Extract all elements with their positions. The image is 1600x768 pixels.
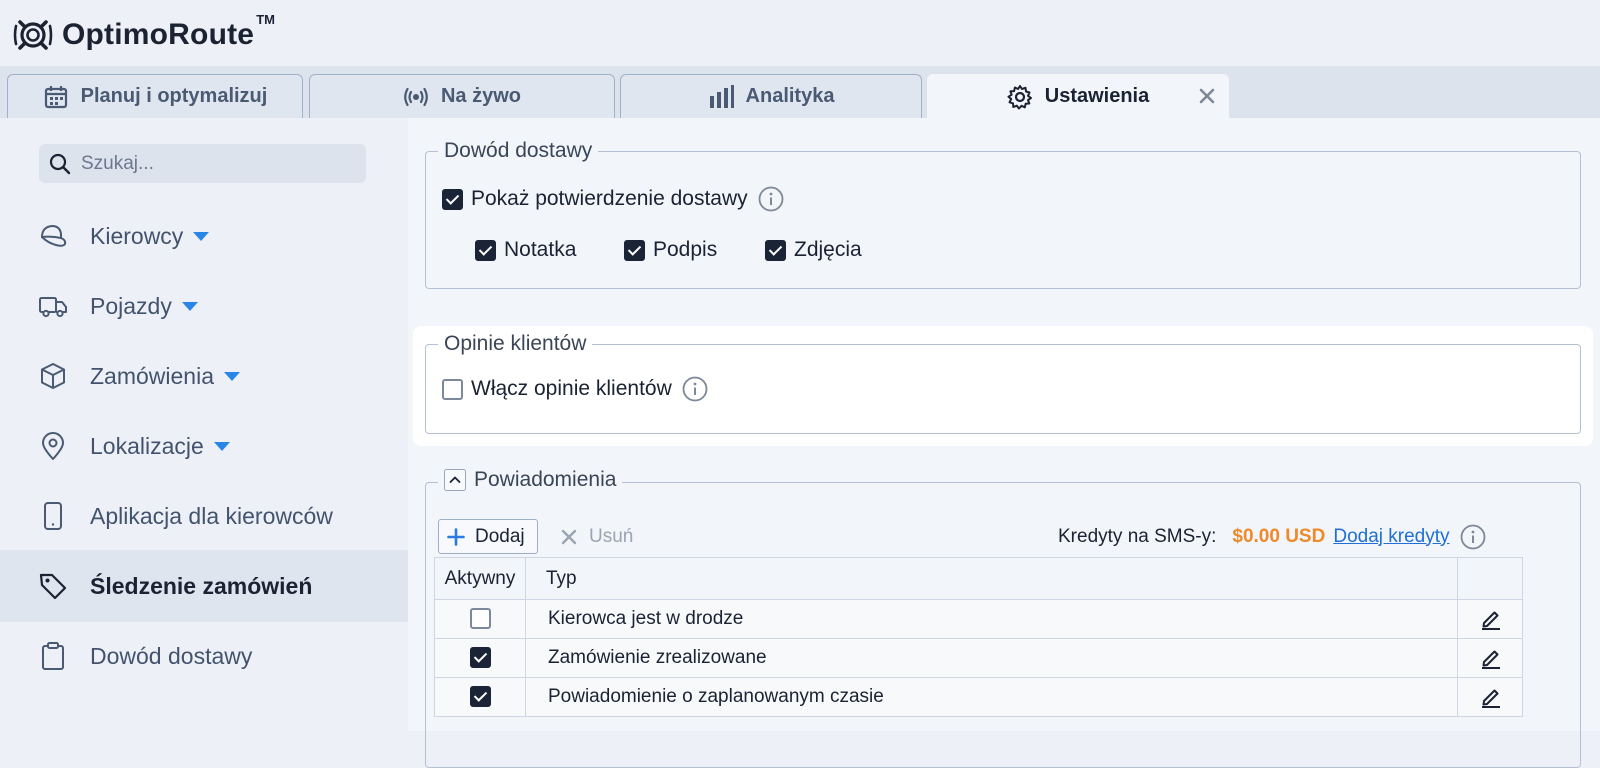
signature-checkbox[interactable] <box>624 239 645 261</box>
tab-label: Planuj i optymalizuj <box>80 85 268 107</box>
driver-cap-icon <box>40 224 67 247</box>
checkbox-label: Notatka <box>504 238 577 261</box>
tab-label: Na żywo <box>440 85 522 107</box>
row-active-checkbox[interactable] <box>469 686 491 708</box>
search-icon <box>49 153 71 174</box>
sidebar-item-label: Zamówienia <box>90 362 214 389</box>
tab-plan-optimize[interactable]: Planuj i optymalizuj <box>7 74 303 118</box>
phone-icon <box>44 502 62 530</box>
search-input[interactable] <box>79 151 353 176</box>
sidebar-item-label: Pojazdy <box>90 292 172 319</box>
signature-option[interactable]: Podpis <box>624 238 717 262</box>
edit-pencil-icon[interactable] <box>1480 686 1502 708</box>
delete-notification-button[interactable]: Usuń <box>561 519 633 554</box>
enable-feedback-option[interactable]: Włącz opinie klientów <box>442 376 708 402</box>
table-row: Powiadomienie o zaplanowanym czasie <box>434 677 1523 717</box>
search-box[interactable] <box>39 144 366 183</box>
bar-chart-icon <box>709 84 734 108</box>
add-notification-button[interactable]: Dodaj <box>438 519 538 554</box>
trademark-mark: TM <box>256 12 275 27</box>
settings-content: Dowód dostawy Pokaż potwierdzenie dostaw… <box>408 118 1600 768</box>
photos-option[interactable]: Zdjęcia <box>765 238 862 262</box>
sidebar-item-vehicles[interactable]: Pojazdy <box>0 270 408 342</box>
add-credits-link[interactable]: Dodaj kredyty <box>1333 526 1449 548</box>
tab-settings[interactable]: Ustawienia <box>927 74 1229 118</box>
sidebar-item-label: Dowód dostawy <box>90 642 253 669</box>
section-title: Dowód dostawy <box>444 139 593 162</box>
app-name: OptimoRoute <box>62 18 255 51</box>
sidebar-item-proof-of-delivery[interactable]: Dowód dostawy <box>0 620 408 692</box>
delete-x-icon <box>561 529 577 544</box>
caret-down-icon <box>193 231 210 241</box>
info-icon[interactable] <box>758 186 784 212</box>
credits-amount: $0.00 USD <box>1232 525 1326 547</box>
tab-label: Analityka <box>745 85 835 107</box>
caret-down-icon <box>224 371 240 381</box>
checkbox-label: Włącz opinie klientów <box>471 377 672 400</box>
broadcast-icon <box>404 87 428 106</box>
table-row: Zamówienie zrealizowane <box>434 638 1523 678</box>
notifications-table: Aktywny Typ Kierowca jest w drodze Zamów… <box>434 557 1523 717</box>
sidebar-item-label: Kierowcy <box>90 222 184 249</box>
collapse-icon[interactable] <box>444 469 466 491</box>
column-header-active[interactable]: Aktywny <box>434 557 526 600</box>
plus-icon <box>447 527 465 546</box>
column-header-type[interactable]: Typ <box>525 557 1458 600</box>
sidebar-item-label: Śledzenie zamówień <box>90 572 313 599</box>
edit-pencil-icon[interactable] <box>1480 647 1502 669</box>
sidebar-item-label: Lokalizacje <box>90 432 204 459</box>
note-checkbox[interactable] <box>475 239 496 261</box>
section-title: Powiadomienia <box>438 468 622 497</box>
info-icon[interactable] <box>682 376 708 402</box>
tab-live[interactable]: Na żywo <box>309 74 615 118</box>
tab-analytics[interactable]: Analityka <box>620 74 922 118</box>
clipboard-icon <box>42 642 64 670</box>
sidebar-item-drivers[interactable]: Kierowcy <box>0 200 408 272</box>
checkbox-label: Zdjęcia <box>794 238 862 261</box>
edit-pencil-icon[interactable] <box>1480 608 1502 630</box>
truck-icon <box>39 297 67 318</box>
row-active-checkbox[interactable] <box>469 647 491 669</box>
sidebar-item-orders[interactable]: Zamówienia <box>0 340 408 412</box>
sidebar-item-driver-app[interactable]: Aplikacja dla kierowców <box>0 480 408 552</box>
gear-icon <box>1007 84 1032 109</box>
sidebar-item-order-tracking[interactable]: Śledzenie zamówień <box>0 550 408 622</box>
notifications-title: Powiadomienia <box>474 468 617 491</box>
section-title: Opinie klientów <box>444 332 587 355</box>
settings-sidebar: Kierowcy Pojazdy Zamówienia Lokalizacje <box>0 118 408 731</box>
app-logo[interactable]: OptimoRoute TM <box>12 12 275 58</box>
table-header-row: Aktywny Typ <box>434 557 1523 600</box>
sidebar-item-label: Aplikacja dla kierowców <box>90 502 333 529</box>
caret-down-icon <box>181 301 198 311</box>
main-tab-bar: Planuj i optymalizuj Na żywo Analityka U… <box>0 66 1600 118</box>
optimoroute-logo-icon <box>13 20 53 50</box>
row-type: Zamówienie zrealizowane <box>525 638 1458 678</box>
row-active-checkbox[interactable] <box>469 608 491 630</box>
calendar-icon <box>44 85 67 108</box>
checkbox-label: Podpis <box>653 238 718 261</box>
column-header-actions <box>1457 557 1523 600</box>
credits-label: Kredyty na SMS-y: <box>1058 525 1217 547</box>
close-tab-icon[interactable] <box>1196 85 1218 107</box>
row-type: Powiadomienie o zaplanowanym czasie <box>525 677 1458 717</box>
sms-credits: Kredyty na SMS-y: $0.00 USD Dodaj kredyt… <box>1058 519 1486 554</box>
tab-label: Ustawienia <box>1044 85 1150 107</box>
checkbox-label: Pokaż potwierdzenie dostawy <box>471 187 748 210</box>
delete-label: Usuń <box>589 525 634 547</box>
show-confirmation-option[interactable]: Pokaż potwierdzenie dostawy <box>442 186 784 212</box>
enable-feedback-checkbox[interactable] <box>442 378 463 400</box>
tag-icon <box>39 573 67 600</box>
sidebar-item-locations[interactable]: Lokalizacje <box>0 410 408 482</box>
table-row: Kierowca jest w drodze <box>434 599 1523 639</box>
info-icon[interactable] <box>1460 524 1486 550</box>
proof-of-delivery-section: Dowód dostawy <box>425 139 1581 289</box>
add-label: Dodaj <box>475 525 525 547</box>
photos-checkbox[interactable] <box>765 239 786 261</box>
location-pin-icon <box>42 432 64 460</box>
show-confirmation-checkbox[interactable] <box>442 188 463 210</box>
caret-down-icon <box>213 441 230 451</box>
box-icon <box>41 363 65 389</box>
row-type: Kierowca jest w drodze <box>525 599 1458 639</box>
note-option[interactable]: Notatka <box>475 238 576 262</box>
